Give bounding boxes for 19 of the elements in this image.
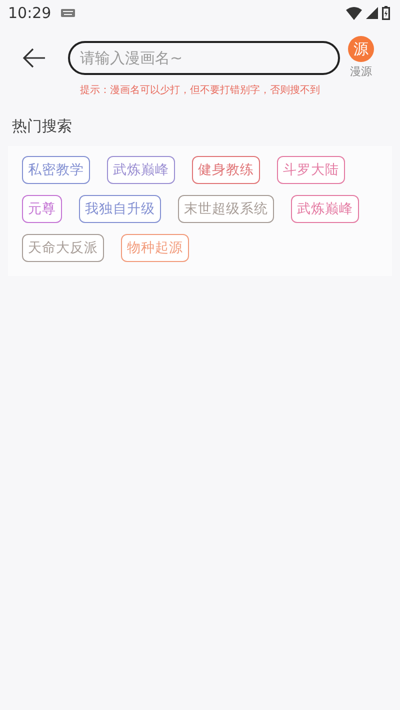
- section-title: 热门搜索: [12, 117, 73, 136]
- status-time: 10:29: [8, 4, 52, 22]
- search-tag[interactable]: 健身教练: [192, 156, 260, 184]
- keyboard-icon: [61, 9, 76, 17]
- search-tag[interactable]: 武炼巅峰: [291, 195, 359, 223]
- search-field[interactable]: 请输入漫画名~: [68, 40, 340, 74]
- search-tag[interactable]: 末世超级系统: [178, 195, 274, 223]
- search-hint: 提示：漫画名可以少打，但不要打错别字，否则搜不到: [79, 84, 321, 97]
- back-arrow-icon[interactable]: [22, 48, 46, 68]
- search-tag[interactable]: 我独自升级: [79, 195, 161, 223]
- search-tag[interactable]: 私密教学: [22, 156, 90, 184]
- search-tag[interactable]: 天命大反派: [22, 234, 104, 262]
- signal-icon: [366, 7, 378, 19]
- search-tag[interactable]: 元尊: [22, 195, 62, 223]
- battery-icon: [382, 6, 390, 20]
- search-tag[interactable]: 武炼巅峰: [107, 156, 175, 184]
- search-tag[interactable]: 斗罗大陆: [277, 156, 345, 184]
- wifi-icon: [346, 6, 362, 20]
- search-tag[interactable]: 物种起源: [121, 234, 189, 262]
